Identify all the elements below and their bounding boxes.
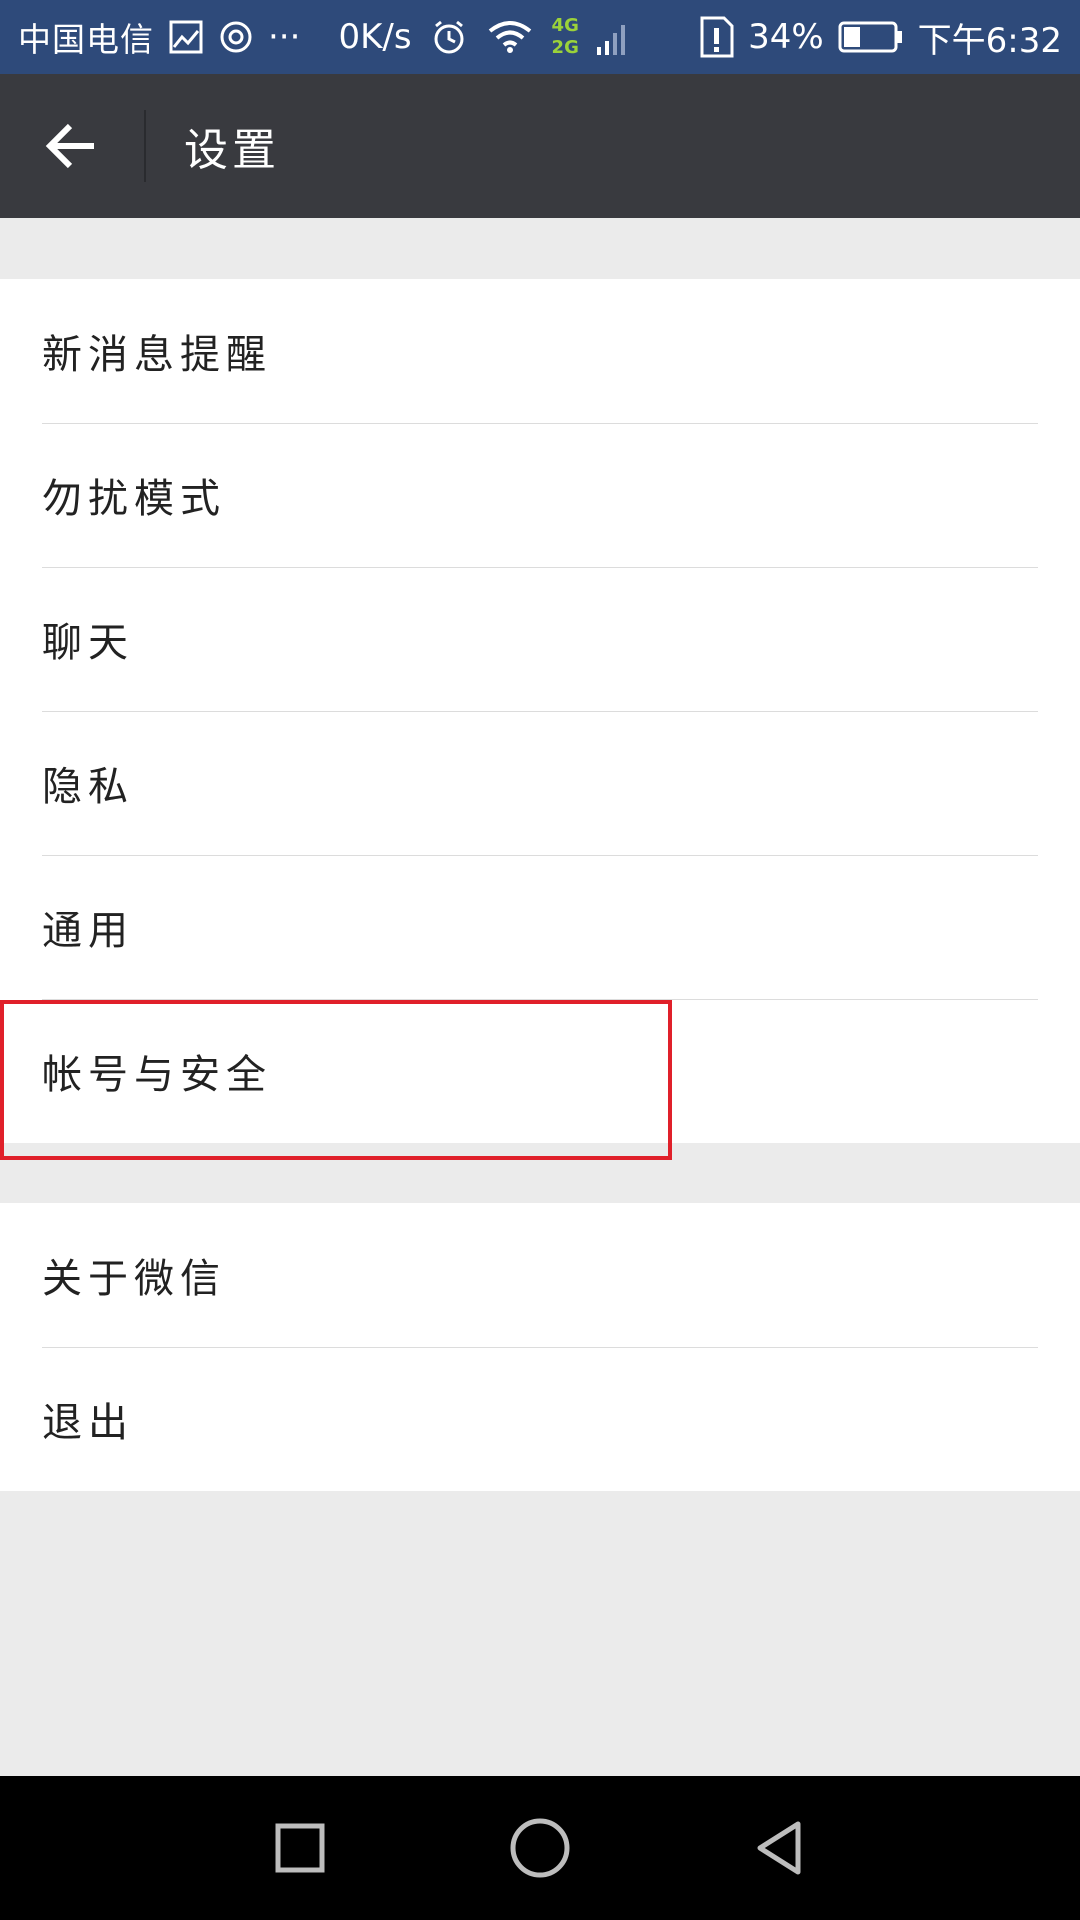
back-nav-button[interactable]	[720, 1788, 840, 1908]
settings-screen: 中国电信 ··· 0K/s 4G 2G 34% 下午6:32 设置 新消息提醒 …	[0, 0, 1080, 1920]
title-bar: 设置	[0, 74, 1080, 218]
home-button[interactable]	[480, 1788, 600, 1908]
settings-item-logout[interactable]: 退出	[0, 1347, 1080, 1491]
settings-item-label: 关于微信	[42, 1256, 226, 1302]
back-triangle-icon	[757, 1821, 801, 1875]
recents-button[interactable]	[240, 1788, 360, 1908]
alarm-icon	[430, 18, 468, 56]
clock: 下午6:32	[917, 20, 1062, 61]
sim-alert-icon	[698, 16, 734, 58]
settings-item-do-not-disturb[interactable]: 勿扰模式	[0, 423, 1080, 567]
battery-icon	[838, 20, 904, 54]
back-button[interactable]	[0, 74, 144, 218]
title-divider	[144, 110, 146, 182]
page-title: 设置	[184, 125, 280, 176]
status-bar: 中国电信 ··· 0K/s 4G 2G 34% 下午6:32	[0, 0, 1080, 74]
signal-icon	[596, 17, 625, 57]
settings-group-secondary: 关于微信 退出	[0, 1203, 1080, 1491]
back-arrow-icon	[45, 123, 94, 169]
carrier-name: 中国电信	[18, 20, 154, 59]
image-icon	[168, 19, 204, 55]
settings-item-about[interactable]: 关于微信	[0, 1203, 1080, 1347]
settings-group-main: 新消息提醒 勿扰模式 聊天 隐私 通用 帐号与安全	[0, 279, 1080, 1143]
battery-percent: 34%	[748, 17, 824, 57]
settings-item-privacy[interactable]: 隐私	[0, 711, 1080, 855]
home-circle-icon	[510, 1818, 570, 1878]
settings-item-label: 勿扰模式	[42, 476, 226, 522]
settings-item-label: 聊天	[42, 620, 134, 666]
settings-item-label: 通用	[42, 908, 134, 954]
settings-item-label: 帐号与安全	[42, 1052, 272, 1098]
settings-item-label: 隐私	[42, 764, 134, 810]
net-speed: 0K/s	[338, 17, 412, 57]
settings-item-label: 退出	[42, 1400, 134, 1446]
net-type-top: 4G	[551, 15, 579, 36]
settings-item-general[interactable]: 通用	[0, 855, 1080, 999]
more-indicator: ···	[268, 17, 301, 57]
net-type-bottom: 2G	[551, 37, 579, 58]
settings-item-new-message-alerts[interactable]: 新消息提醒	[0, 279, 1080, 423]
settings-item-label: 新消息提醒	[42, 332, 272, 378]
navigation-bar	[0, 1776, 1080, 1920]
circle-icon	[218, 19, 254, 55]
settings-item-chat[interactable]: 聊天	[0, 567, 1080, 711]
wifi-icon	[486, 19, 534, 55]
network-type: 4G 2G	[552, 15, 579, 59]
settings-item-account-security[interactable]: 帐号与安全	[0, 999, 1080, 1143]
recents-square-icon	[275, 1823, 325, 1873]
